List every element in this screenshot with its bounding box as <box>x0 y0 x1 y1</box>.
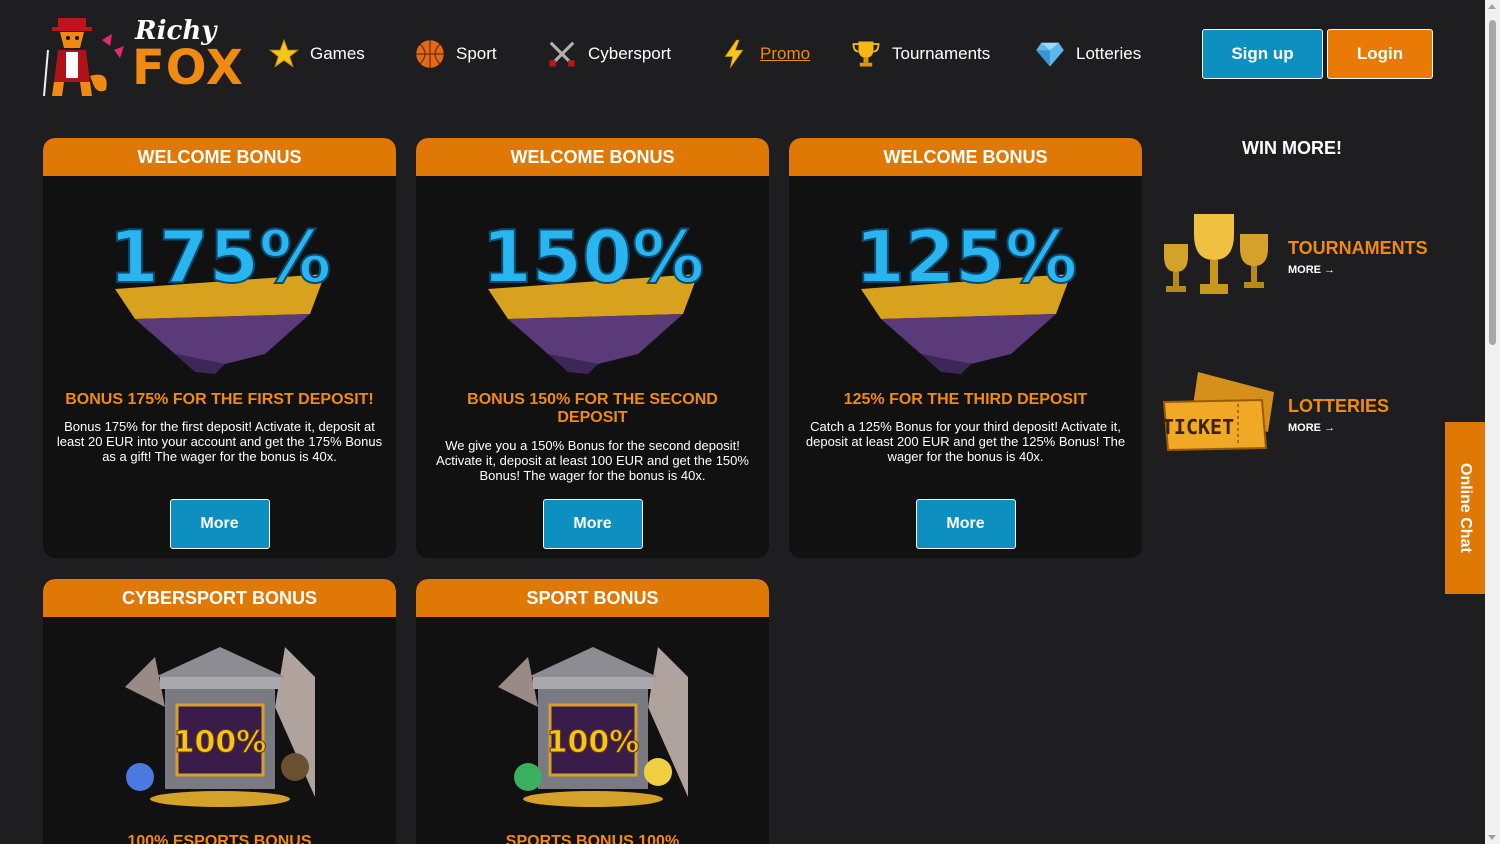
bonus-175-illustration: 175% <box>107 214 332 374</box>
nav-item-cybersport[interactable]: Cybersport <box>546 36 671 72</box>
card-title: SPORTS BONUS 100% <box>505 833 680 844</box>
card-percent: 100% <box>546 725 639 760</box>
card-percent: 125% <box>854 215 1076 299</box>
card-percent: 100% <box>173 725 266 760</box>
trophies-icon <box>1164 214 1268 294</box>
card-header: SPORT BONUS <box>416 579 769 617</box>
login-button[interactable]: Login <box>1327 29 1433 79</box>
site-logo[interactable]: Richy FOX <box>40 8 245 100</box>
card-description: Catch a 125% Bonus for your third deposi… <box>805 419 1126 464</box>
card-header: WELCOME BONUS <box>789 138 1142 176</box>
lottery-ticket-icon: TICKET <box>1162 372 1274 452</box>
lightning-icon <box>718 38 750 70</box>
logo-text-fox: FOX <box>132 40 244 96</box>
fox-mascot-icon <box>43 18 124 97</box>
nav-label-tournaments: Tournaments <box>892 44 991 63</box>
card-header: WELCOME BONUS <box>43 138 396 176</box>
diamond-icon <box>1034 38 1066 70</box>
sidebar-title: LOTTERIES <box>1288 396 1390 416</box>
card-percent: 175% <box>108 215 330 299</box>
nav-item-sport[interactable]: Sport <box>414 36 497 72</box>
nav-label-sport: Sport <box>456 44 497 63</box>
card-title: BONUS 175% FOR THE FIRST DEPOSIT! <box>65 391 374 408</box>
nav-item-games[interactable]: Games <box>268 36 365 72</box>
nav-item-promo[interactable]: Promo <box>718 36 810 72</box>
card-title: 100% ESPORTS BONUS <box>127 833 312 844</box>
bonus-card: WELCOME BONUS 150% BONUS 150% FOR THE SE… <box>416 138 769 558</box>
page-scrollbar[interactable] <box>1485 0 1500 844</box>
online-chat-label: Online Chat <box>1457 463 1474 553</box>
nav-label-lotteries: Lotteries <box>1076 44 1142 63</box>
more-button[interactable]: More <box>169 499 270 549</box>
header: Richy FOX Games Sport Cybersport Promo T… <box>0 0 1485 108</box>
basketball-icon <box>414 38 446 70</box>
card-percent: 150% <box>481 215 703 299</box>
bonus-card: CYBERSPORT BONUS 100% 100% ESPORTS BONUS <box>43 579 396 844</box>
nav-label-promo: Promo <box>760 44 811 63</box>
sidebar-item-tournaments[interactable]: TOURNAMENTS MORE → <box>1158 204 1448 304</box>
card-description: Bonus 175% for the first deposit! Activa… <box>56 419 383 464</box>
card-title: BONUS 150% FOR THE SECOND DEPOSIT <box>467 391 718 426</box>
card-header: CYBERSPORT BONUS <box>43 579 396 617</box>
card-description: We give you a 150% Bonus for the second … <box>436 438 749 483</box>
more-button[interactable]: More <box>915 499 1016 549</box>
win-more-heading: WIN MORE! <box>1242 138 1342 158</box>
online-chat-button[interactable]: Online Chat <box>1445 422 1485 594</box>
scrollbar-thumb[interactable] <box>1489 20 1496 345</box>
nav-label-cybersport: Cybersport <box>588 44 672 63</box>
sidebar-item-lotteries[interactable]: TICKET LOTTERIES MORE → <box>1158 362 1448 462</box>
bonus-150-illustration: 150% <box>480 214 705 374</box>
nav-label-games: Games <box>310 44 365 63</box>
sidebar-title: TOURNAMENTS <box>1288 238 1428 258</box>
sign-up-button[interactable]: Sign up <box>1202 29 1323 79</box>
scroll-up-icon[interactable] <box>1488 4 1496 9</box>
bonus-card: SPORT BONUS 100% SPORTS BONUS 100% <box>416 579 769 844</box>
bonus-125-illustration: 125% <box>853 214 1078 374</box>
card-title: 125% FOR THE THIRD DEPOSIT <box>843 391 1088 408</box>
sport-bank-illustration: 100% <box>497 647 688 807</box>
sidebar-more-link[interactable]: MORE → <box>1288 422 1335 434</box>
crossed-swords-icon <box>546 38 578 70</box>
nav-item-tournaments[interactable]: Tournaments <box>850 36 990 72</box>
bonus-card: WELCOME BONUS 175% BONUS 175% FOR THE FI… <box>43 138 396 558</box>
scroll-down-icon[interactable] <box>1488 835 1496 840</box>
trophy-icon <box>850 38 882 70</box>
bonus-card: WELCOME BONUS 125% 125% FOR THE THIRD DE… <box>789 138 1142 558</box>
cybersport-bank-illustration: 100% <box>124 647 315 807</box>
ticket-text: TICKET <box>1162 415 1234 439</box>
card-header: WELCOME BONUS <box>416 138 769 176</box>
sidebar-more-link[interactable]: MORE → <box>1288 264 1335 276</box>
nav-item-lotteries[interactable]: Lotteries <box>1034 36 1141 72</box>
more-button[interactable]: More <box>542 499 643 549</box>
star-icon <box>268 38 300 70</box>
